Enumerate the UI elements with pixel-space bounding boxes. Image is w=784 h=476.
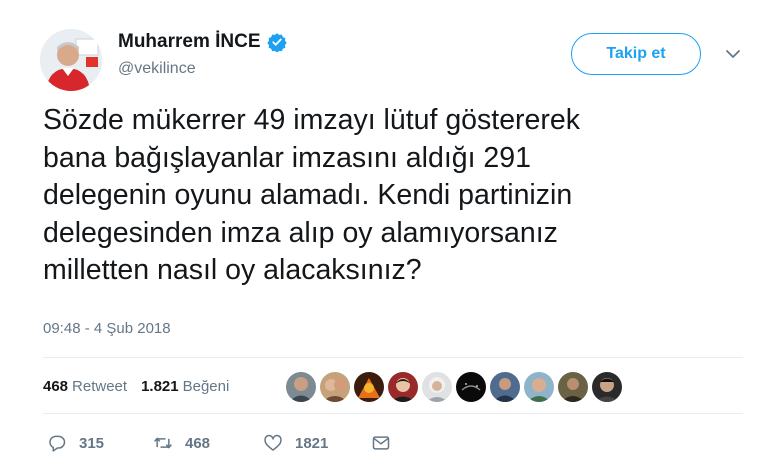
liker-avatars	[286, 372, 622, 402]
retweet-stat[interactable]: 468 Retweet	[43, 378, 127, 395]
liker-avatar[interactable]	[286, 372, 316, 402]
retweet-label: Retweet	[72, 378, 128, 395]
author-name-row: Muharrem İNCE	[118, 31, 287, 53]
divider	[43, 357, 743, 358]
follow-button[interactable]: Takip et	[571, 33, 701, 75]
retweet-count: 468	[43, 378, 69, 395]
like-label: Beğeni	[182, 378, 230, 395]
tweet-timestamp[interactable]: 09:48 - 4 Şub 2018	[43, 320, 171, 337]
like-count: 1.821	[141, 378, 179, 395]
liker-avatar[interactable]	[456, 372, 486, 402]
like-stat[interactable]: 1.821 Beğeni	[141, 378, 229, 395]
like-action-count: 1821	[295, 434, 329, 452]
reply-count: 315	[79, 434, 105, 452]
author-avatar-image	[40, 29, 102, 91]
author-avatar[interactable]	[40, 29, 102, 91]
liker-avatar[interactable]	[490, 372, 520, 402]
liker-avatar[interactable]	[592, 372, 622, 402]
heart-icon	[264, 434, 282, 451]
direct-message-button[interactable]	[371, 433, 391, 453]
retweet-icon	[154, 437, 172, 449]
liker-avatar[interactable]	[354, 372, 384, 402]
liker-avatar[interactable]	[558, 372, 588, 402]
chevron-down-icon[interactable]	[724, 45, 742, 63]
liker-avatar[interactable]	[422, 372, 452, 402]
verified-badge-icon	[266, 33, 287, 52]
retweet-button[interactable]: 468	[153, 433, 263, 453]
reply-icon	[49, 435, 66, 452]
tweet-stats: 468 Retweet 1.821 Beğeni	[43, 378, 229, 395]
like-button[interactable]: 1821	[263, 433, 371, 453]
tweet-text: Sözde mükerrer 49 imzayı lütuf gösterere…	[43, 104, 580, 287]
retweet-action-count: 468	[185, 434, 211, 452]
action-bar: 315 468 1821	[47, 433, 391, 453]
author-name[interactable]: Muharrem İNCE	[118, 31, 261, 53]
reply-button[interactable]: 315	[47, 433, 153, 453]
author-handle[interactable]: @vekilince	[118, 60, 196, 78]
liker-avatar[interactable]	[524, 372, 554, 402]
divider	[43, 413, 743, 414]
liker-avatar[interactable]	[320, 372, 350, 402]
envelope-icon	[372, 436, 390, 450]
liker-avatar[interactable]	[388, 372, 418, 402]
